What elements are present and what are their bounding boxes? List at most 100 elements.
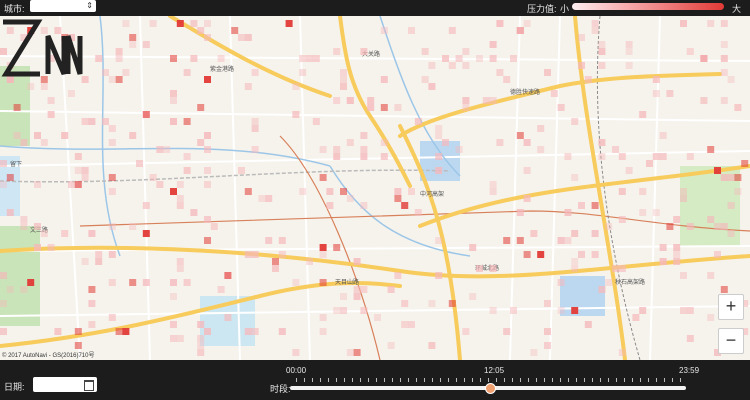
heatmap-map[interactable]: 大关路 德胜快速路 环城北路 天目山路 文三路 秋石高架路 中河高架 留下 紫金…: [0, 16, 750, 360]
heat-cell: [673, 251, 681, 258]
heat-cell: [129, 279, 137, 286]
heat-cell: [176, 258, 184, 265]
zoom-in-button[interactable]: +: [718, 294, 744, 320]
heat-cell: [673, 258, 681, 265]
heat-cell: [360, 153, 368, 160]
heat-cell: [333, 307, 341, 314]
date-input[interactable]: [33, 377, 97, 392]
heat-cell: [88, 300, 96, 307]
heat-cell: [686, 48, 694, 55]
heat-cell: [720, 69, 728, 76]
heat-cells: [0, 20, 749, 356]
heat-cell: [170, 118, 177, 125]
heat-cell: [618, 153, 626, 160]
heat-cell: [333, 146, 341, 153]
heat-cell: [469, 293, 477, 300]
heat-cell: [68, 90, 75, 97]
heat-cell: [13, 104, 21, 111]
heat-cell: [115, 76, 123, 83]
heat-cell: [353, 286, 361, 293]
legend-low-label: 小: [560, 4, 570, 14]
heat-cell: [0, 328, 7, 335]
map-copyright: © 2017 AutoNavi - GS(2016)710号: [2, 353, 95, 359]
heat-cell: [244, 251, 252, 258]
heat-cell: [516, 209, 524, 216]
heat-cell: [190, 20, 198, 27]
heat-cell: [340, 83, 347, 90]
heat-cell: [81, 118, 89, 125]
heat-cell: [197, 27, 205, 34]
heat-cell: [462, 328, 470, 335]
heat-cell: [251, 118, 259, 125]
heat-cell: [639, 188, 647, 195]
heat-cell: [176, 181, 184, 188]
heat-cell: [156, 181, 164, 188]
heat-cell: [360, 146, 368, 153]
heat-cell: [251, 146, 259, 153]
heat-cell: [204, 167, 211, 174]
heat-cell: [714, 167, 721, 174]
heat-cell: [734, 188, 742, 195]
heat-cell: [625, 62, 633, 69]
heat-cell: [170, 335, 177, 342]
heat-cell: [61, 230, 69, 237]
city-select[interactable]: ⇕: [30, 0, 96, 12]
heat-cell: [659, 153, 667, 160]
heat-cell: [428, 300, 436, 307]
heat-cell: [673, 244, 681, 251]
heat-cell: [686, 307, 694, 314]
heat-cell: [714, 223, 721, 230]
heat-cell: [197, 104, 205, 111]
heat-cell: [340, 69, 347, 76]
heat-cell: [6, 286, 14, 293]
heat-cell: [516, 27, 524, 34]
heat-cell: [482, 97, 490, 104]
heat-cell: [659, 132, 667, 139]
zoom-out-button[interactable]: −: [718, 328, 744, 354]
heat-cell: [598, 41, 606, 48]
heat-cell: [47, 97, 55, 104]
heat-cell: [496, 139, 504, 146]
heat-cell: [646, 160, 653, 167]
heat-cell: [523, 167, 531, 174]
heat-cell: [591, 251, 599, 258]
heat-cell: [503, 237, 511, 244]
calendar-icon[interactable]: [84, 380, 94, 391]
heat-cell: [102, 118, 109, 125]
heat-cell: [142, 202, 150, 209]
heat-cell: [108, 125, 116, 132]
heat-cell: [503, 76, 511, 83]
heat-cell: [319, 146, 327, 153]
heat-cell: [204, 181, 211, 188]
heat-cell: [652, 76, 660, 83]
heat-cell: [598, 153, 606, 160]
heat-cell: [442, 55, 449, 62]
heat-cell: [231, 27, 239, 34]
heat-cell: [720, 20, 728, 27]
heat-cell: [639, 307, 647, 314]
heat-cell: [510, 55, 517, 62]
heat-cell: [625, 41, 633, 48]
heat-cell: [652, 90, 660, 97]
heat-cell: [598, 62, 606, 69]
heat-cell: [618, 265, 626, 272]
road-label: 天目山路: [335, 278, 359, 286]
time-slider-label: 时段:: [270, 384, 291, 394]
heat-cell: [625, 48, 633, 55]
heat-cell: [680, 195, 687, 202]
heat-cell: [442, 139, 449, 146]
heat-cell: [346, 195, 354, 202]
heat-cell: [544, 69, 551, 76]
heat-cell: [489, 265, 497, 272]
heat-cell: [95, 55, 103, 62]
time-slider-handle[interactable]: [484, 383, 496, 394]
heat-cell: [537, 146, 545, 153]
heat-cell: [401, 321, 409, 328]
heat-cell: [557, 307, 565, 314]
time-slider-ticks: [296, 378, 682, 382]
heat-cell: [272, 258, 279, 265]
heat-cell: [727, 230, 735, 237]
heat-cell: [285, 20, 293, 27]
heat-cell: [0, 160, 7, 167]
time-tick-end: 23:59: [679, 366, 700, 375]
